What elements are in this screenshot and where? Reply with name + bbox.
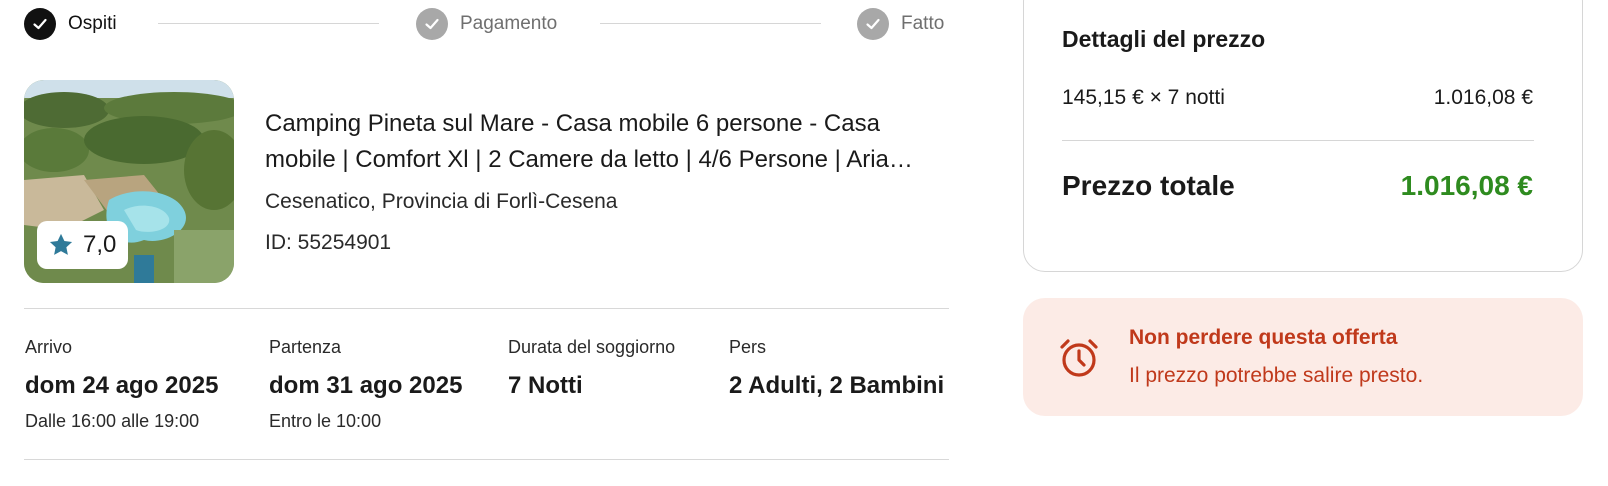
rating-value: 7,0	[83, 231, 117, 258]
checkout-time: Entro le 10:00	[269, 411, 382, 431]
price-divider	[1062, 140, 1534, 141]
step-label: Fatto	[901, 13, 945, 34]
property-location: Cesenatico, Provincia di Forlì-Cesena	[265, 190, 618, 213]
checkout-label: Partenza	[269, 337, 342, 357]
alert-title: Non perdere questa offerta	[1129, 326, 1398, 349]
total-price-value: 1.016,08 €	[1400, 170, 1533, 201]
booking-stepper: Ospiti Pagamento Fatto	[24, 8, 949, 40]
nightly-rate-line: 145,15 € × 7 notti	[1062, 86, 1225, 109]
rating-badge: 7,0	[37, 221, 128, 269]
price-details-title: Dettagli del prezzo	[1062, 26, 1266, 52]
check-icon	[24, 8, 56, 40]
check-icon	[416, 8, 448, 40]
guests-value: 2 Adulti, 2 Bambini	[729, 372, 945, 399]
checkin-time: Dalle 16:00 alle 19:00	[25, 411, 200, 431]
guests-label: Pers	[729, 337, 767, 357]
duration-value: 7 Notti	[508, 372, 583, 399]
step-pagamento: Pagamento	[416, 8, 557, 40]
step-connector	[600, 23, 821, 24]
checkout-details: Partenza dom 31 ago 2025 Entro le 10:00	[269, 335, 462, 433]
offer-alert	[1023, 298, 1583, 416]
duration-details: Durata del soggiorno 7 Notti	[508, 335, 675, 402]
section-divider	[24, 308, 949, 309]
star-icon	[49, 233, 73, 255]
step-ospiti: Ospiti	[24, 8, 117, 40]
property-photo[interactable]: 7,0	[24, 80, 234, 283]
checkout-date: dom 31 ago 2025	[269, 372, 463, 399]
checkin-label: Arrivo	[25, 337, 73, 357]
step-fatto: Fatto	[857, 8, 944, 40]
alarm-clock-icon	[1060, 339, 1098, 377]
nightly-rate-amount: 1.016,08 €	[1433, 86, 1533, 109]
step-label: Ospiti	[68, 13, 117, 34]
step-label: Pagamento	[460, 13, 558, 34]
alert-text: Il prezzo potrebbe salire presto.	[1129, 364, 1424, 387]
check-icon	[857, 8, 889, 40]
property-id: ID: 55254901	[265, 231, 392, 254]
checkin-details: Arrivo dom 24 ago 2025 Dalle 16:00 alle …	[25, 335, 218, 433]
duration-label: Durata del soggiorno	[508, 337, 676, 357]
section-divider	[24, 459, 949, 460]
property-title[interactable]: Camping Pineta sul Mare - Casa mobile 6 …	[265, 106, 945, 178]
guests-details: Pers 2 Adulti, 2 Bambini	[729, 335, 944, 402]
checkin-date: dom 24 ago 2025	[25, 372, 219, 399]
total-price-label: Prezzo totale	[1062, 170, 1235, 201]
step-connector	[158, 23, 379, 24]
